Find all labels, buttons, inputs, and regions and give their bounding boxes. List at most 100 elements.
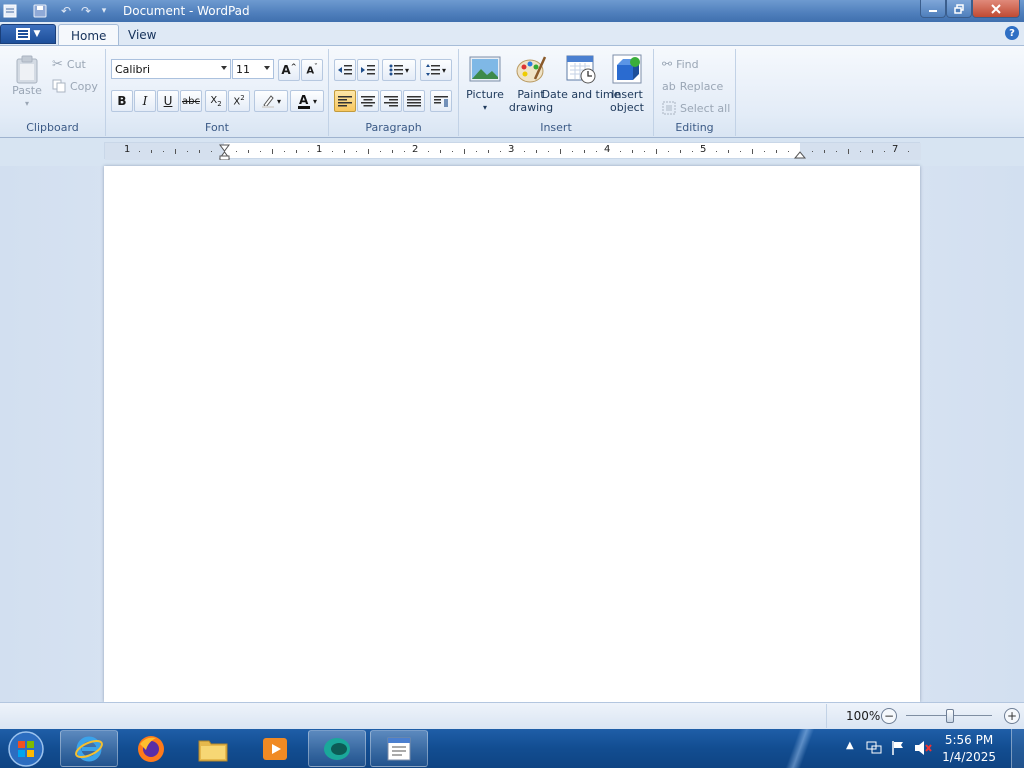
replace-button[interactable]: ab Replace [662,77,723,95]
font-size-value: 11 [236,62,250,76]
find-button[interactable]: ⚯ Find [662,55,699,73]
font-family-value: Calibri [115,62,151,76]
ruler-number: 7 [892,144,899,155]
subscript-icon: X2 [210,94,222,108]
font-family-select[interactable]: Calibri [111,59,231,79]
bullets-button[interactable]: ▾ [382,59,416,81]
wordpad-app-icon[interactable] [2,3,18,19]
font-color-icon: A [297,93,310,109]
strikethrough-icon: abc [182,95,200,107]
start-button[interactable] [6,730,46,767]
ribbon-tabs: ▼ Home View ? [0,22,1024,46]
save-icon[interactable] [32,3,48,19]
taskbar-app[interactable] [308,730,366,767]
superscript-icon: X2 [233,94,245,108]
zoom-in-button[interactable]: + [1004,708,1020,724]
underline-button[interactable]: U [157,90,179,112]
paste-button[interactable]: Paste ▾ [8,53,46,110]
status-bar: 100% − + [0,702,1024,729]
paint-drawing-button[interactable]: Paint drawing [509,53,553,114]
replace-icon: ab [662,79,676,93]
chevron-down-icon [264,66,270,70]
taskbar-wordpad[interactable] [370,730,428,767]
insert-picture-button[interactable]: Picture ▾ [465,53,505,114]
date-time-button[interactable]: Date and time [542,53,620,101]
cut-button[interactable]: ✂ Cut [52,55,86,73]
align-center-button[interactable] [357,90,379,112]
superscript-button[interactable]: X2 [228,90,250,112]
action-center-flag-icon[interactable] [891,740,905,756]
customize-icon[interactable]: ▾ [96,3,112,19]
paragraph-settings-button[interactable] [430,90,452,112]
taskbar-file-explorer[interactable] [184,730,242,767]
line-spacing-icon [425,64,440,76]
chevron-down-icon: ▾ [441,65,446,75]
font-color-button[interactable]: A ▾ [290,90,324,112]
insert-object-button[interactable]: Insert object [607,53,647,114]
undo-icon[interactable]: ↶ [58,3,74,19]
copy-button[interactable]: Copy [52,77,98,95]
tab-view[interactable]: View [116,24,168,46]
line-spacing-button[interactable]: ▾ [420,59,452,81]
taskbar-firefox[interactable] [122,730,180,767]
insert-object-label: Insert object [610,88,644,114]
app-icon [324,737,350,760]
zoom-level: 100% [846,709,881,723]
subscript-button[interactable]: X2 [205,90,227,112]
zoom-slider-thumb[interactable] [946,709,954,723]
restore-button[interactable] [946,0,972,18]
chevron-down-icon: ▾ [276,96,281,106]
internet-explorer-icon [75,736,103,761]
network-icon[interactable] [866,740,882,756]
firefox-icon [138,735,164,762]
paragraph-group: ▾ ▾ Paragraph [329,49,459,136]
show-desktop-button[interactable] [1011,729,1024,768]
increase-indent-button[interactable] [357,59,379,81]
align-right-button[interactable] [380,90,402,112]
cut-icon: ✂ [52,56,63,72]
close-button[interactable] [972,0,1020,18]
ruler-number: 1 [316,144,323,155]
clock-date: 1/4/2025 [942,750,996,764]
increase-indent-icon [361,65,375,75]
ruler-area: 1 1 2 3 4 5 7 [0,138,1024,166]
tab-home[interactable]: Home [58,24,120,46]
svg-text:A: A [299,93,309,107]
font-size-select[interactable]: 11 [232,59,274,79]
decrease-indent-button[interactable] [334,59,356,81]
redo-icon[interactable]: ↷ [78,3,94,19]
bold-button[interactable]: B [111,90,133,112]
calendar-clock-icon [566,55,596,84]
select-all-button[interactable]: Select all [662,99,730,117]
taskbar-internet-explorer[interactable] [60,730,118,767]
bold-icon: B [117,94,127,108]
strikethrough-button[interactable]: abc [180,90,202,112]
minimize-icon [929,9,937,12]
taskbar-media-player[interactable] [246,730,304,767]
document-page[interactable] [104,166,920,702]
show-hidden-icons-icon[interactable]: ▲ [846,740,854,751]
minimize-button[interactable] [920,0,946,18]
chevron-down-icon: ▾ [482,103,487,112]
align-left-icon [338,96,352,107]
shrink-font-button[interactable]: Aˇ [301,59,323,81]
insert-object-icon [612,54,642,84]
grow-font-button[interactable]: A^ [278,59,300,81]
ruler[interactable]: 1 1 2 3 4 5 7 [104,142,921,160]
highlight-color-button[interactable]: ▾ [254,90,288,112]
help-icon[interactable]: ? [1005,26,1019,40]
paint-palette-icon [516,56,547,83]
volume-muted-icon[interactable] [914,740,932,756]
italic-button[interactable]: I [134,90,156,112]
paragraph-group-label: Paragraph [365,121,422,134]
picture-label: Picture [466,88,504,101]
justify-button[interactable] [403,90,425,112]
app-menu-button[interactable]: ▼ [0,24,56,44]
select-all-label: Select all [680,101,731,115]
zoom-out-button[interactable]: − [881,708,897,724]
file-explorer-icon [198,740,228,761]
align-left-button[interactable] [334,90,356,112]
clock[interactable]: 5:56 PM 1/4/2025 [942,732,996,766]
minus-icon: − [883,709,895,723]
ruler-number: 1 [124,144,131,155]
